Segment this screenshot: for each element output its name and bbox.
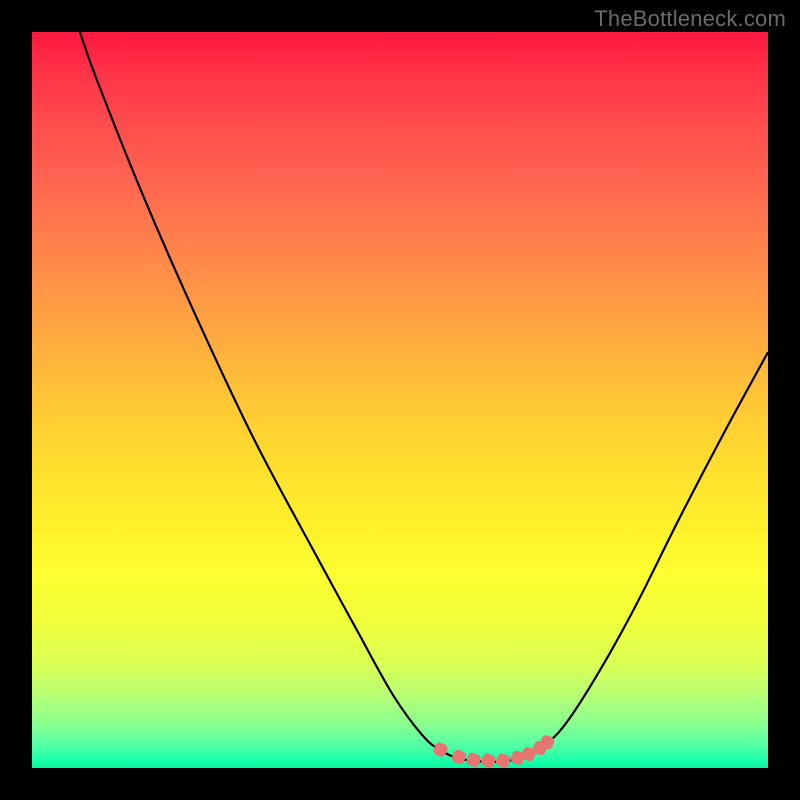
data-marker [495,752,512,768]
data-marker [480,752,497,768]
data-marker [432,741,449,758]
marker-group [432,734,556,768]
chart-svg [32,32,768,768]
chart-container: TheBottleneck.com [0,0,800,800]
watermark-text: TheBottleneck.com [594,6,786,32]
data-marker [465,751,482,768]
plot-area [32,32,768,768]
data-marker [450,748,467,765]
v-curve-line [80,32,768,762]
